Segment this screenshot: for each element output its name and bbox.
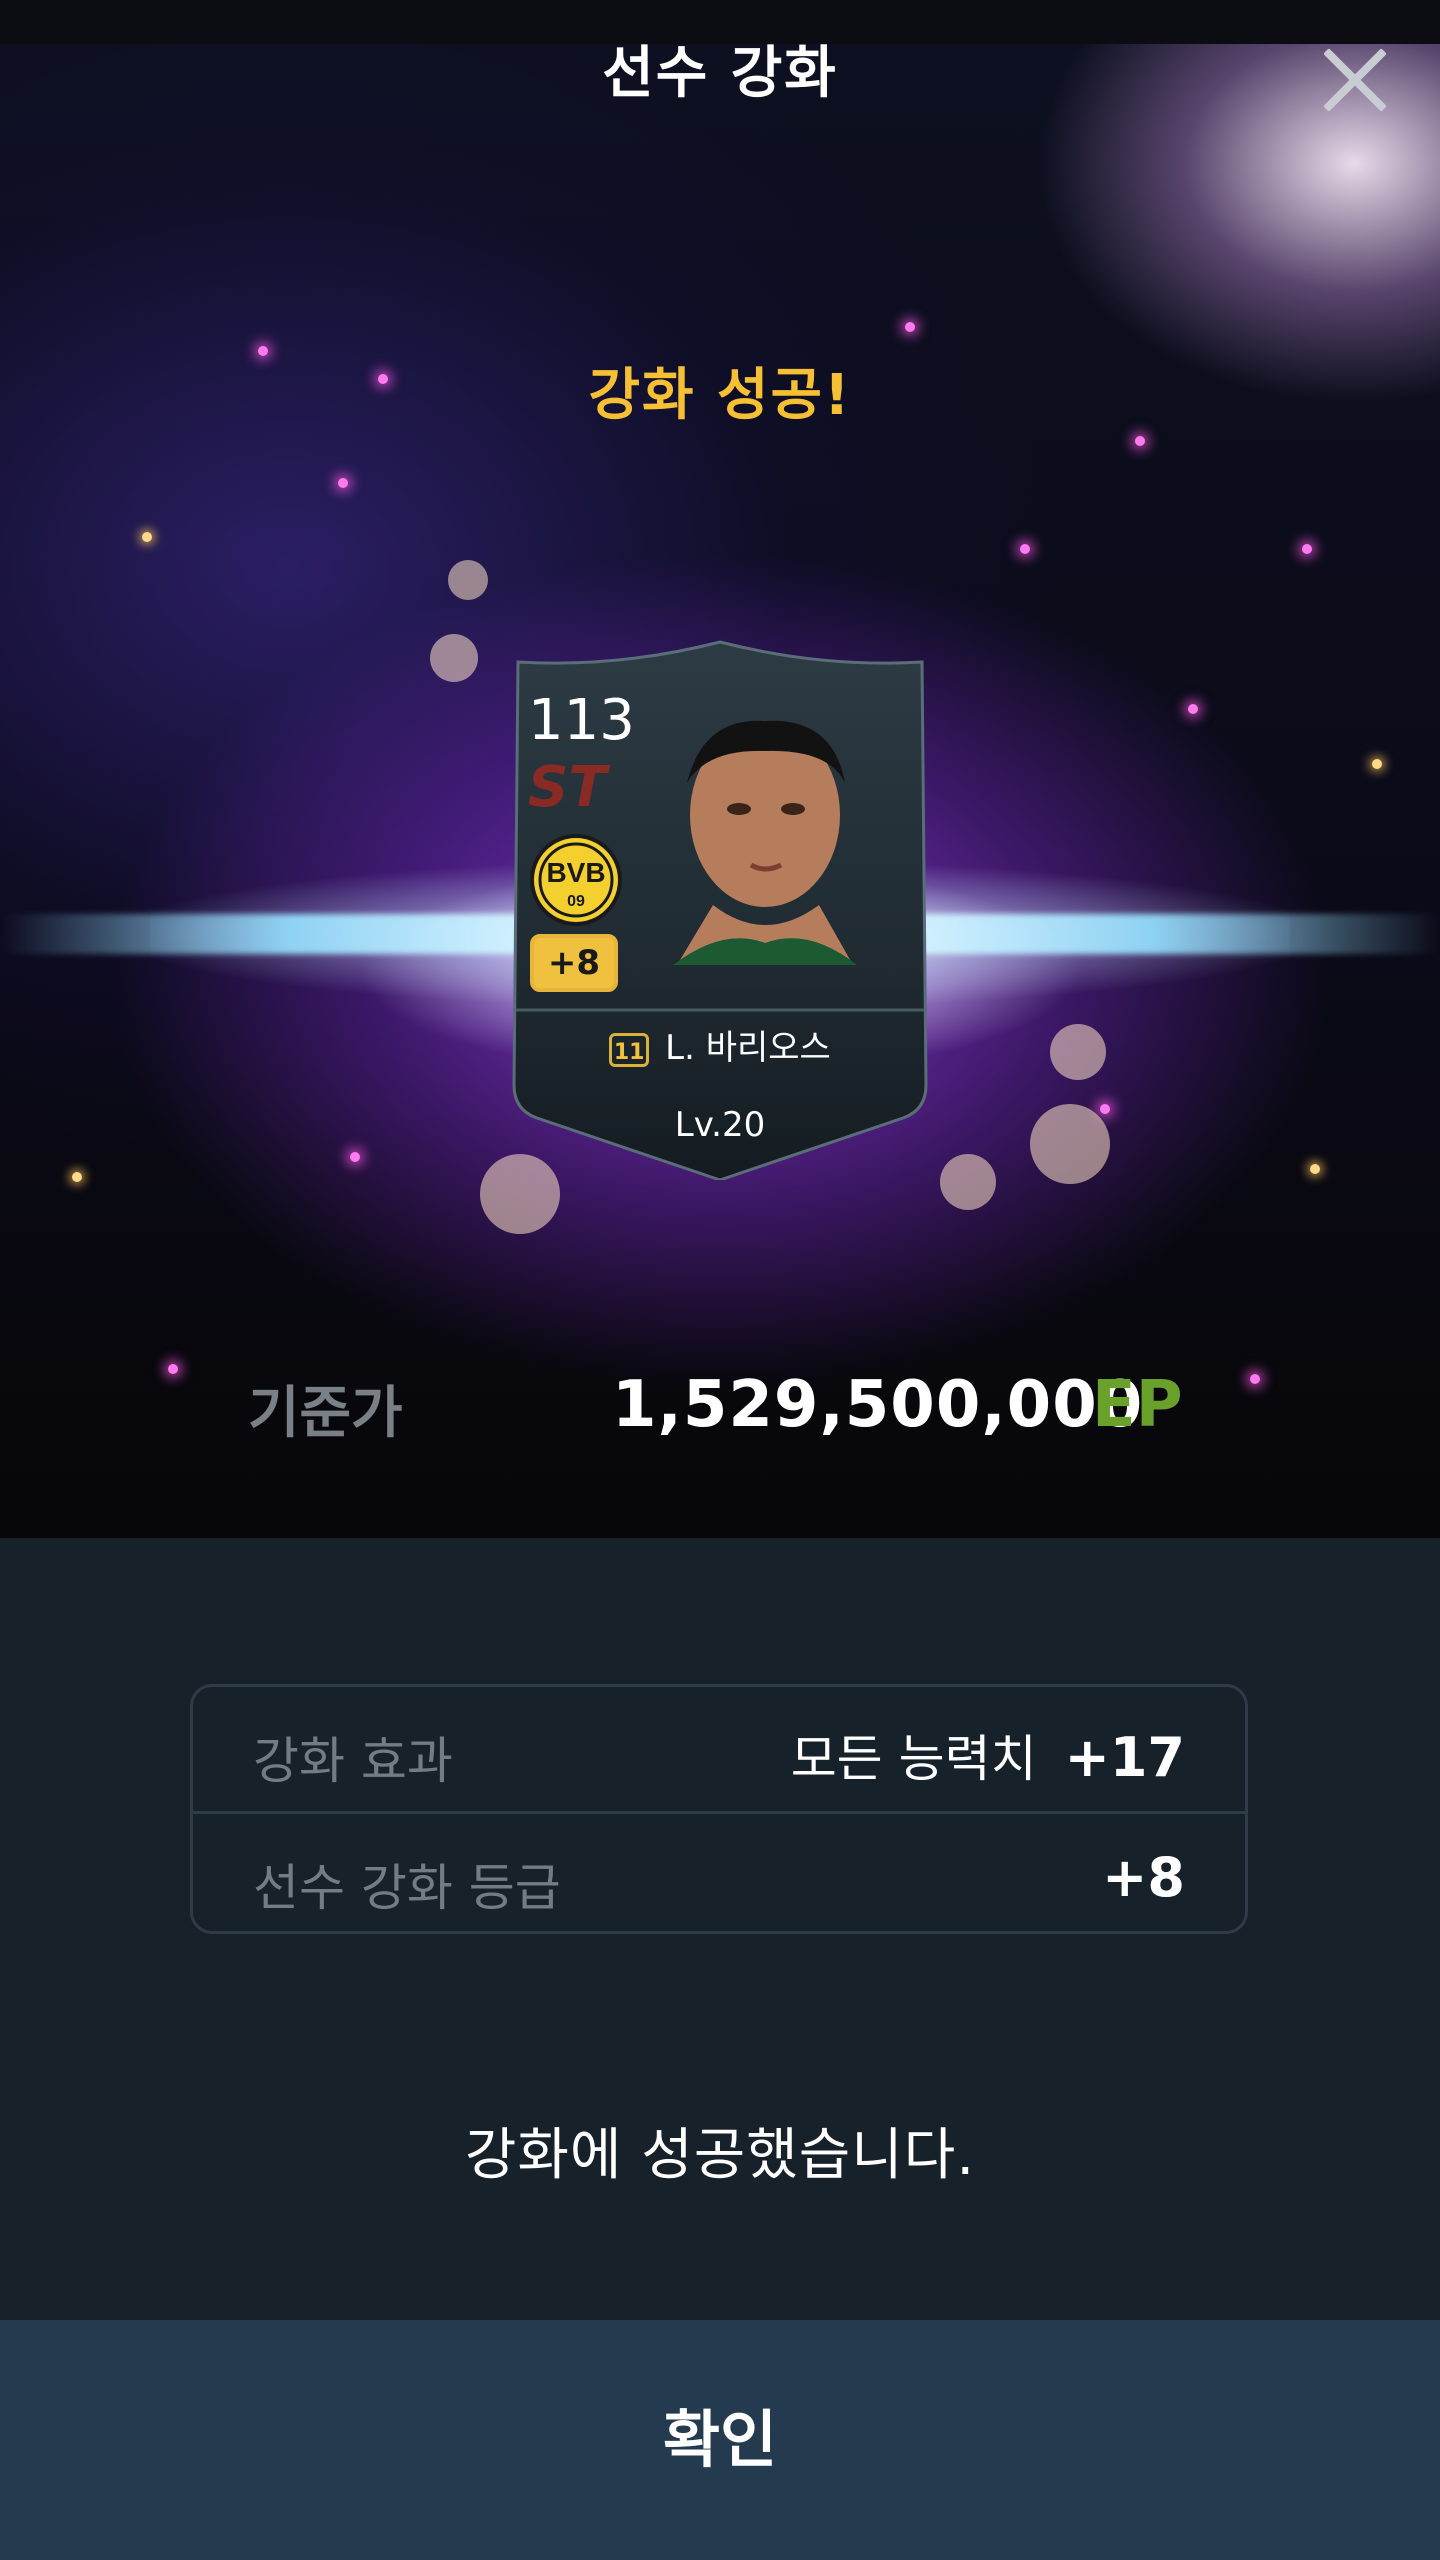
- bokeh: [940, 1154, 996, 1210]
- sparkle: [1020, 544, 1030, 554]
- sparkle: [1100, 1104, 1110, 1114]
- bokeh: [1030, 1104, 1110, 1184]
- price-currency: EP: [1092, 1368, 1183, 1442]
- player-name: L. 바리오스: [665, 1028, 831, 1068]
- upgrade-info-table: 강화 효과 모든 능력치 +17 선수 강화 등급 +8: [190, 1684, 1248, 1934]
- price-label: 기준가: [248, 1381, 403, 1446]
- sparkle: [142, 532, 152, 542]
- bokeh: [430, 634, 478, 682]
- success-headline: 강화 성공!: [588, 363, 852, 428]
- sparkle: [1250, 1374, 1260, 1384]
- sparkle: [1372, 759, 1382, 769]
- season-icon: 11: [609, 1032, 650, 1067]
- player-position: ST: [528, 755, 607, 820]
- bokeh: [448, 560, 488, 600]
- sparkle: [905, 322, 915, 332]
- player-photo: [673, 720, 857, 965]
- info-amount: +17: [1064, 1726, 1185, 1789]
- price-value: 1,529,500,000: [612, 1368, 1144, 1442]
- sparkle: [1135, 436, 1145, 446]
- sparkle: [1310, 1164, 1320, 1174]
- info-label: 강화 효과: [253, 1732, 453, 1790]
- sparkle: [350, 1152, 360, 1162]
- page-title: 선수 강화: [602, 41, 838, 106]
- info-value: 모든 능력치 +17: [791, 1719, 1185, 1791]
- close-icon[interactable]: [1310, 36, 1400, 126]
- confirm-button[interactable]: 확인: [0, 2320, 1440, 2560]
- player-name-row: 11 L. 바리오스: [508, 1020, 932, 1069]
- info-row-grade: 선수 강화 등급 +8: [193, 1811, 1245, 1936]
- player-level: Lv.20: [674, 1105, 766, 1145]
- sparkle: [168, 1364, 178, 1374]
- upgrade-level-badge: +8: [530, 934, 618, 992]
- sparkle: [1188, 704, 1198, 714]
- sparkle: [72, 1172, 82, 1182]
- club-badge-year: 09: [567, 893, 585, 910]
- info-desc: 모든 능력치: [790, 1730, 1037, 1788]
- club-badge-text: BVB: [546, 857, 605, 888]
- player-card[interactable]: 113 ST BVB 09 +8 11 L. 바리오스 Lv.20: [508, 640, 932, 1180]
- player-ovr: 113: [528, 688, 635, 753]
- info-amount: +8: [1102, 1846, 1185, 1909]
- sparkle: [338, 478, 348, 488]
- info-value: +8: [1102, 1846, 1185, 1909]
- info-row-effect: 강화 효과 모든 능력치 +17: [193, 1687, 1245, 1809]
- sparkle: [1302, 544, 1312, 554]
- info-label: 선수 강화 등급: [253, 1859, 561, 1917]
- club-badge-icon: BVB 09: [530, 834, 622, 926]
- bokeh: [1050, 1024, 1106, 1080]
- result-message: 강화에 성공했습니다.: [464, 2123, 976, 2188]
